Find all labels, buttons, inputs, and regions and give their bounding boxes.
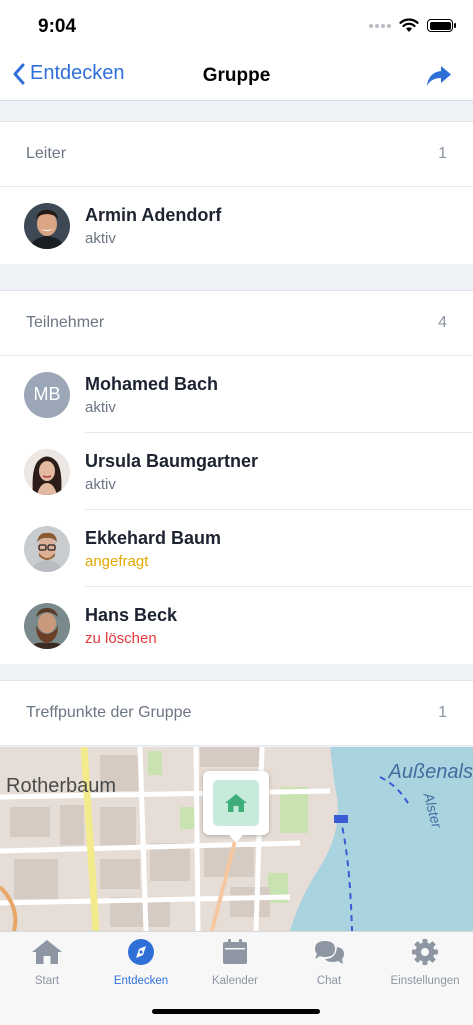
leader-label: Leiter	[26, 145, 66, 163]
meeting-points-count: 1	[438, 704, 447, 722]
avatar	[24, 603, 70, 649]
participants-label: Teilnehmer	[26, 314, 104, 332]
chat-icon	[312, 938, 346, 966]
cellular-signal-icon	[369, 24, 391, 28]
chevron-left-icon	[12, 63, 26, 85]
avatar: MB	[24, 372, 70, 418]
share-icon	[425, 64, 453, 88]
person-status: aktiv	[85, 476, 258, 493]
calendar-icon	[221, 938, 249, 966]
person-name: Armin Adendorf	[85, 205, 221, 226]
participants-section-header: Teilnehmer 4	[0, 290, 473, 356]
participant-row[interactable]: Ekkehard Baum angefragt	[0, 510, 473, 587]
battery-icon	[427, 19, 453, 32]
leader-row[interactable]: Armin Adendorf aktiv	[0, 187, 473, 264]
participants-count: 4	[438, 314, 447, 332]
participant-row[interactable]: Ursula Baumgartner aktiv	[0, 433, 473, 510]
section-gap	[0, 101, 473, 121]
map-label-district: Rotherbaum	[6, 775, 116, 798]
participant-row[interactable]: Hans Beck zu löschen	[0, 587, 473, 664]
back-label: Entdecken	[30, 62, 125, 85]
avatar	[24, 449, 70, 495]
person-status: angefragt	[85, 553, 221, 570]
tab-chat[interactable]: Chat	[282, 938, 376, 987]
map-pin[interactable]	[203, 771, 269, 835]
home-icon	[31, 938, 63, 966]
meeting-points-label: Treffpunkte der Gruppe	[26, 704, 191, 722]
home-icon	[224, 792, 248, 814]
wifi-icon	[399, 18, 419, 33]
navigation-bar: Entdecken Gruppe	[0, 52, 473, 101]
avatar	[24, 203, 70, 249]
compass-icon	[126, 938, 156, 966]
tab-label: Kalender	[188, 975, 282, 987]
person-status: aktiv	[85, 230, 221, 247]
person-name: Ursula Baumgartner	[85, 451, 258, 472]
meeting-points-section-header: Treffpunkte der Gruppe 1	[0, 680, 473, 746]
avatar	[24, 526, 70, 572]
participant-row[interactable]: MB Mohamed Bach aktiv	[0, 356, 473, 433]
status-bar: 9:04	[0, 0, 473, 52]
pin-badge	[213, 780, 259, 826]
map-label-water: Außenals	[389, 761, 473, 784]
meeting-point-map[interactable]: Rotherbaum Außenals Alster	[0, 747, 473, 931]
gear-icon	[411, 938, 439, 966]
content: Leiter 1 Armin Adendorf aktiv Teilnehmer…	[0, 101, 473, 746]
back-button[interactable]: Entdecken	[12, 62, 125, 85]
leader-count: 1	[438, 145, 447, 163]
tab-einstellungen[interactable]: Einstellungen	[378, 938, 472, 987]
home-indicator	[152, 1009, 320, 1014]
person-name: Hans Beck	[85, 605, 177, 626]
status-icons	[369, 18, 453, 33]
share-button[interactable]	[425, 64, 453, 93]
tab-start[interactable]: Start	[0, 938, 94, 987]
tab-label: Entdecken	[94, 975, 188, 987]
section-gap	[0, 264, 473, 290]
status-time: 9:04	[38, 16, 76, 38]
tab-label: Chat	[282, 975, 376, 987]
person-name: Ekkehard Baum	[85, 528, 221, 549]
tab-label: Start	[0, 975, 94, 987]
leader-section-header: Leiter 1	[0, 121, 473, 187]
section-gap	[0, 664, 473, 680]
tab-kalender[interactable]: Kalender	[188, 938, 282, 987]
person-status: aktiv	[85, 399, 218, 416]
tab-label: Einstellungen	[378, 975, 472, 987]
person-name: Mohamed Bach	[85, 374, 218, 395]
tab-entdecken[interactable]: Entdecken	[94, 938, 188, 987]
person-status: zu löschen	[85, 630, 177, 647]
